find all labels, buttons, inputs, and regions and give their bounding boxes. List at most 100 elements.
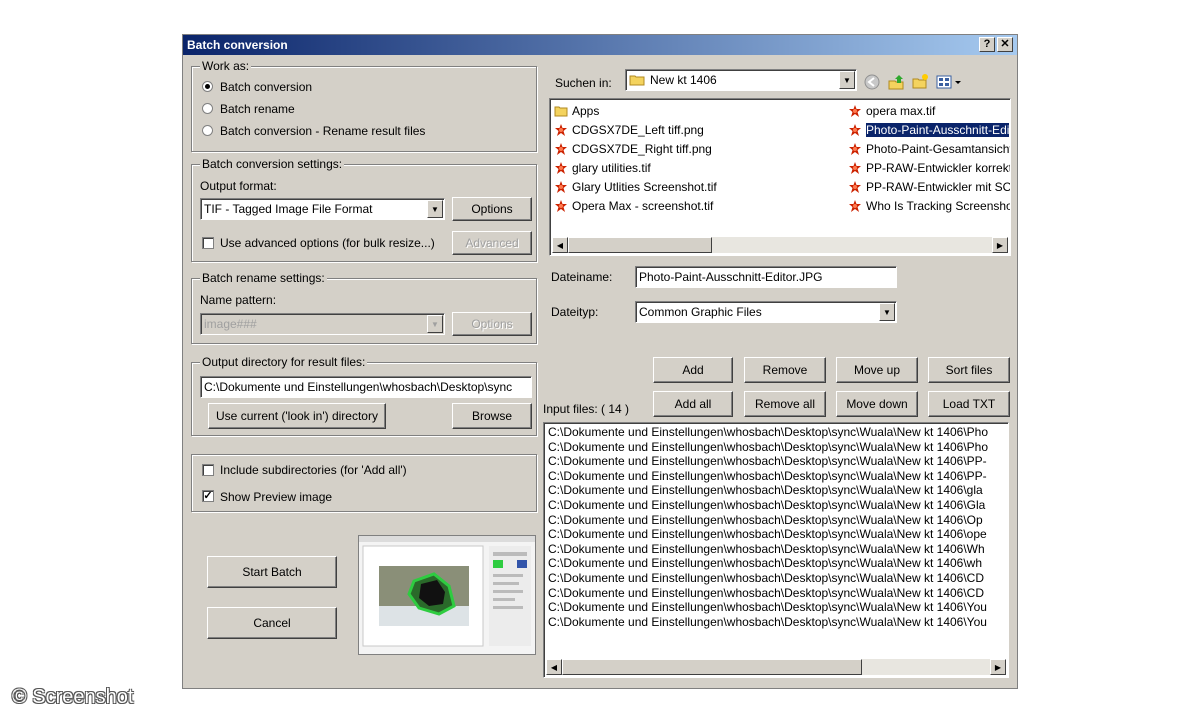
image-file-icon xyxy=(849,124,861,136)
image-file-icon xyxy=(849,200,861,212)
scroll-thumb[interactable] xyxy=(568,237,712,253)
up-folder-icon[interactable] xyxy=(887,73,905,91)
rename-settings-legend: Batch rename settings: xyxy=(200,271,327,285)
scroll-left-button[interactable]: ◀ xyxy=(546,659,562,675)
remove-button[interactable]: Remove xyxy=(744,357,826,383)
work-as-group: Work as: Batch conversion Batch rename B… xyxy=(191,59,537,152)
radio-batch-rename-label: Batch rename xyxy=(220,102,295,116)
scroll-right-button[interactable]: ▶ xyxy=(992,237,1008,253)
help-button[interactable]: ? xyxy=(979,37,995,52)
file-list-scrollbar[interactable]: ◀ ▶ xyxy=(552,237,1008,253)
radio-batch-conversion-label: Batch conversion xyxy=(220,80,313,94)
rename-options-button[interactable]: Options xyxy=(452,312,532,336)
include-subdirectories-checkbox[interactable] xyxy=(202,464,214,476)
look-in-label: Suchen in: xyxy=(555,76,612,90)
file-item-selected[interactable]: Photo-Paint-Ausschnitt-Edi xyxy=(846,121,1010,139)
look-in-value: New kt 1406 xyxy=(650,73,717,87)
sort-files-button[interactable]: Sort files xyxy=(928,357,1010,383)
input-file-row[interactable]: C:\Dokumente und Einstellungen\whosbach\… xyxy=(548,586,984,601)
filetype-select[interactable]: Common Graphic Files ▼ xyxy=(635,301,897,323)
file-item[interactable]: CDGSX7DE_Left tiff.png xyxy=(552,121,704,139)
file-item-label: Photo-Paint-Ausschnitt-Edi xyxy=(866,123,1010,137)
title-bar: Batch conversion ? ✕ xyxy=(183,35,1017,55)
move-down-button[interactable]: Move down xyxy=(836,391,918,417)
filename-input[interactable]: Photo-Paint-Ausschnitt-Editor.JPG xyxy=(635,266,897,288)
load-txt-button[interactable]: Load TXT xyxy=(928,391,1010,417)
input-file-row[interactable]: C:\Dokumente und Einstellungen\whosbach\… xyxy=(548,600,987,615)
preview-image xyxy=(358,535,536,655)
work-as-legend: Work as: xyxy=(200,59,252,73)
window-title: Batch conversion xyxy=(187,38,288,52)
input-file-row[interactable]: C:\Dokumente und Einstellungen\whosbach\… xyxy=(548,513,983,528)
radio-batch-conversion[interactable] xyxy=(202,81,213,92)
file-item-label: Opera Max - screenshot.tif xyxy=(572,199,714,213)
use-current-directory-button[interactable]: Use current ('look in') directory xyxy=(208,403,386,429)
scroll-right-button[interactable]: ▶ xyxy=(990,659,1006,675)
start-batch-button[interactable]: Start Batch xyxy=(207,556,337,588)
include-subdirectories-label: Include subdirectories (for 'Add all') xyxy=(220,463,407,477)
input-file-row[interactable]: C:\Dokumente und Einstellungen\whosbach\… xyxy=(548,469,987,484)
input-list-scrollbar[interactable]: ◀ ▶ xyxy=(546,659,1006,675)
advanced-options-checkbox[interactable] xyxy=(202,237,214,249)
cancel-button[interactable]: Cancel xyxy=(207,607,337,639)
browse-button[interactable]: Browse xyxy=(452,403,532,429)
file-item[interactable]: Apps xyxy=(552,102,599,120)
chevron-down-icon[interactable]: ▼ xyxy=(427,200,443,218)
file-item[interactable]: Who Is Tracking Screensho xyxy=(846,197,1010,215)
image-file-icon xyxy=(555,181,567,193)
output-format-select[interactable]: TIF - Tagged Image File Format ▼ xyxy=(200,198,445,220)
image-file-icon xyxy=(555,143,567,155)
scroll-thumb[interactable] xyxy=(562,659,862,675)
output-format-label: Output format: xyxy=(200,179,277,193)
remove-all-button[interactable]: Remove all xyxy=(744,391,826,417)
look-in-select[interactable]: New kt 1406 ▼ xyxy=(625,69,857,91)
input-file-row[interactable]: C:\Dokumente und Einstellungen\whosbach\… xyxy=(548,615,987,630)
back-icon[interactable] xyxy=(863,73,881,91)
preview-thumbnail-graphic xyxy=(359,536,535,654)
move-up-button[interactable]: Move up xyxy=(836,357,918,383)
file-item[interactable]: glary utilities.tif xyxy=(552,159,651,177)
view-menu-icon[interactable] xyxy=(935,73,965,91)
add-button[interactable]: Add xyxy=(653,357,733,383)
name-pattern-label: Name pattern: xyxy=(200,293,277,307)
file-item-label: glary utilities.tif xyxy=(572,161,651,175)
add-all-button[interactable]: Add all xyxy=(653,391,733,417)
input-file-row[interactable]: C:\Dokumente und Einstellungen\whosbach\… xyxy=(548,571,984,586)
advanced-options-label: Use advanced options (for bulk resize...… xyxy=(220,236,435,250)
input-file-row[interactable]: C:\Dokumente und Einstellungen\whosbach\… xyxy=(548,440,988,455)
input-file-row[interactable]: C:\Dokumente und Einstellungen\whosbach\… xyxy=(548,527,987,542)
filetype-value: Common Graphic Files xyxy=(639,305,762,319)
folder-icon xyxy=(629,75,645,86)
file-item[interactable]: Photo-Paint-Gesamtansicht xyxy=(846,140,1010,158)
new-folder-icon[interactable] xyxy=(911,73,929,91)
image-file-icon xyxy=(849,143,861,155)
file-item[interactable]: CDGSX7DE_Right tiff.png xyxy=(552,140,712,158)
input-files-label: Input files: ( 14 ) xyxy=(543,402,630,416)
advanced-button[interactable]: Advanced xyxy=(452,231,532,255)
chevron-down-icon[interactable]: ▼ xyxy=(427,315,443,333)
input-file-row[interactable]: C:\Dokumente und Einstellungen\whosbach\… xyxy=(548,454,987,469)
chevron-down-icon[interactable]: ▼ xyxy=(839,71,855,89)
file-item[interactable]: PP-RAW-Entwickler korrekt xyxy=(846,159,1010,177)
input-file-row[interactable]: C:\Dokumente und Einstellungen\whosbach\… xyxy=(548,542,985,557)
output-directory-input[interactable]: C:\Dokumente und Einstellungen\whosbach\… xyxy=(200,376,532,398)
options-group: Include subdirectories (for 'Add all') ✓… xyxy=(191,454,537,512)
input-file-row[interactable]: C:\Dokumente und Einstellungen\whosbach\… xyxy=(548,498,985,513)
batch-conversion-dialog: Batch conversion ? ✕ Work as: Batch conv… xyxy=(182,34,1018,689)
close-button[interactable]: ✕ xyxy=(997,37,1013,52)
file-item[interactable]: PP-RAW-Entwickler mit SOI xyxy=(846,178,1010,196)
file-item[interactable]: Opera Max - screenshot.tif xyxy=(552,197,713,215)
file-item[interactable]: opera max.tif xyxy=(846,102,935,120)
input-file-row[interactable]: C:\Dokumente und Einstellungen\whosbach\… xyxy=(548,425,988,440)
file-item[interactable]: Glary Utlities Screenshot.tif xyxy=(552,178,717,196)
scroll-left-button[interactable]: ◀ xyxy=(552,237,568,253)
input-file-row[interactable]: C:\Dokumente und Einstellungen\whosbach\… xyxy=(548,556,982,571)
radio-conversion-rename[interactable] xyxy=(202,125,213,136)
chevron-down-icon[interactable]: ▼ xyxy=(879,303,895,321)
output-directory-legend: Output directory for result files: xyxy=(200,355,368,369)
radio-batch-rename[interactable] xyxy=(202,103,213,114)
format-options-button[interactable]: Options xyxy=(452,197,532,221)
input-file-row[interactable]: C:\Dokumente und Einstellungen\whosbach\… xyxy=(548,483,983,498)
show-preview-checkbox[interactable]: ✓ xyxy=(202,490,214,502)
name-pattern-select[interactable]: image### ▼ xyxy=(200,313,445,335)
